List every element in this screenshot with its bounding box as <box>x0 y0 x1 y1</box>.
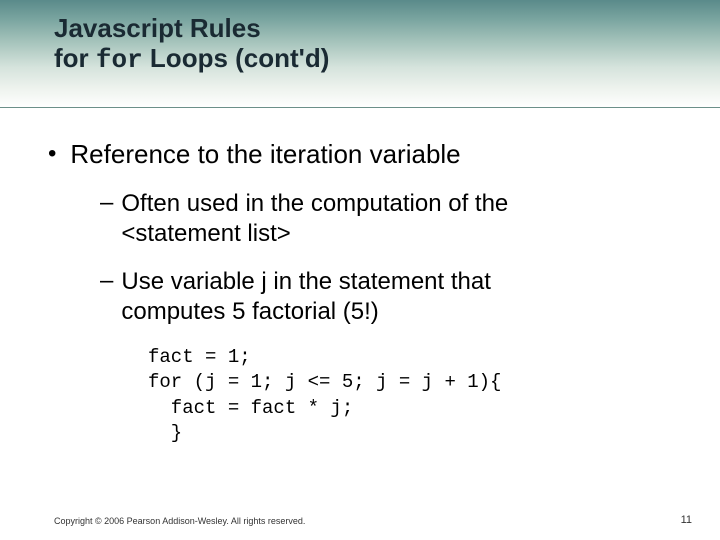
title-code-keyword: for <box>96 45 143 75</box>
copyright-text: Copyright © 2006 Pearson Addison-Wesley.… <box>54 516 305 526</box>
slide-body: • Reference to the iteration variable – … <box>0 108 720 447</box>
page-number: 11 <box>681 514 692 526</box>
title-line2: for for Loops (cont'd) <box>54 44 329 76</box>
slide-title: Javascript Rules for for Loops (cont'd) <box>54 14 329 76</box>
title-line1: Javascript Rules <box>54 14 329 44</box>
dash-marker: – <box>100 189 113 218</box>
bullet-marker: • <box>48 140 56 169</box>
sub-bullet-1: – Often used in the computation of the <… <box>100 189 642 249</box>
bullet-item: • Reference to the iteration variable <box>48 138 672 171</box>
code-block: fact = 1; for (j = 1; j <= 5; j = j + 1)… <box>148 345 672 448</box>
slide-header-background: Javascript Rules for for Loops (cont'd) <box>0 0 720 108</box>
bullet-text: Reference to the iteration variable <box>70 138 460 171</box>
sub-text: Often used in the computation of the <st… <box>121 189 508 249</box>
sub-text: Use variable j in the statement that com… <box>121 267 491 327</box>
dash-marker: – <box>100 267 113 296</box>
header-divider <box>0 107 720 108</box>
sub-bullet-2: – Use variable j in the statement that c… <box>100 267 642 327</box>
slide-footer: Copyright © 2006 Pearson Addison-Wesley.… <box>54 514 692 526</box>
